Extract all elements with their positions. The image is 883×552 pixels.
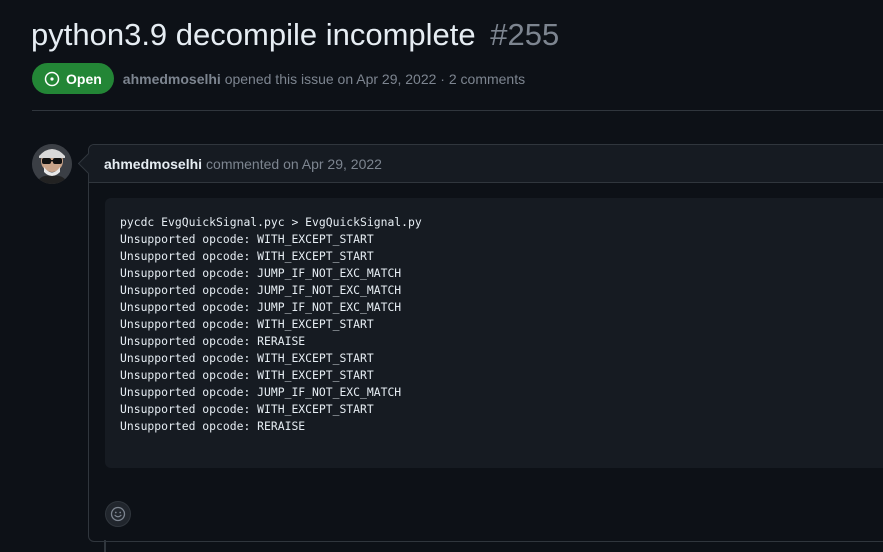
- code-line: Unsupported opcode: RERAISE: [120, 419, 306, 433]
- code-line: Unsupported opcode: JUMP_IF_NOT_EXC_MATC…: [120, 266, 402, 280]
- code-line: Unsupported opcode: WITH_EXCEPT_START: [120, 402, 374, 416]
- code-line: Unsupported opcode: JUMP_IF_NOT_EXC_MATC…: [120, 283, 402, 297]
- code-line: Unsupported opcode: JUMP_IF_NOT_EXC_MATC…: [120, 300, 402, 314]
- status-badge-label: Open: [66, 70, 102, 87]
- code-block: pycdc EvgQuickSignal.pyc > EvgQuickSigna…: [105, 198, 883, 468]
- comment-box: ahmedmoselhi commented on Apr 29, 2022 p…: [88, 144, 883, 542]
- comment-author-link[interactable]: ahmedmoselhi: [104, 156, 202, 172]
- comment-header: ahmedmoselhi commented on Apr 29, 2022: [89, 145, 883, 183]
- code-line: Unsupported opcode: WITH_EXCEPT_START: [120, 368, 374, 382]
- timeline-connector: [104, 540, 106, 552]
- add-reaction-button[interactable]: [105, 501, 131, 527]
- smiley-icon: [110, 506, 126, 522]
- issue-meta: Open ahmedmoselhi opened this issue on A…: [32, 63, 525, 94]
- code-line: Unsupported opcode: WITH_EXCEPT_START: [120, 317, 374, 331]
- issue-opened-info: ahmedmoselhi opened this issue on Apr 29…: [123, 71, 525, 87]
- issue-number: #255: [490, 17, 560, 52]
- avatar[interactable]: [32, 144, 72, 184]
- header-divider: [32, 110, 883, 111]
- comment-timestamp[interactable]: commented on Apr 29, 2022: [206, 156, 382, 172]
- code-line: Unsupported opcode: WITH_EXCEPT_START: [120, 232, 374, 246]
- code-line: pycdc EvgQuickSignal.pyc > EvgQuickSigna…: [120, 215, 422, 229]
- code-line: Unsupported opcode: JUMP_IF_NOT_EXC_MATC…: [120, 385, 402, 399]
- code-line: Unsupported opcode: RERAISE: [120, 334, 306, 348]
- issue-opened-text: opened this issue on Apr 29, 2022 · 2 co…: [224, 70, 526, 87]
- code-line: Unsupported opcode: WITH_EXCEPT_START: [120, 249, 374, 263]
- issue-title-row: python3.9 decompile incomplete #255: [31, 14, 559, 56]
- code-line: Unsupported opcode: WITH_EXCEPT_START: [120, 351, 374, 365]
- issue-opened-icon: [44, 71, 60, 87]
- issue-author-link[interactable]: ahmedmoselhi: [123, 71, 221, 87]
- status-badge: Open: [32, 63, 114, 94]
- issue-title: python3.9 decompile incomplete: [31, 17, 476, 52]
